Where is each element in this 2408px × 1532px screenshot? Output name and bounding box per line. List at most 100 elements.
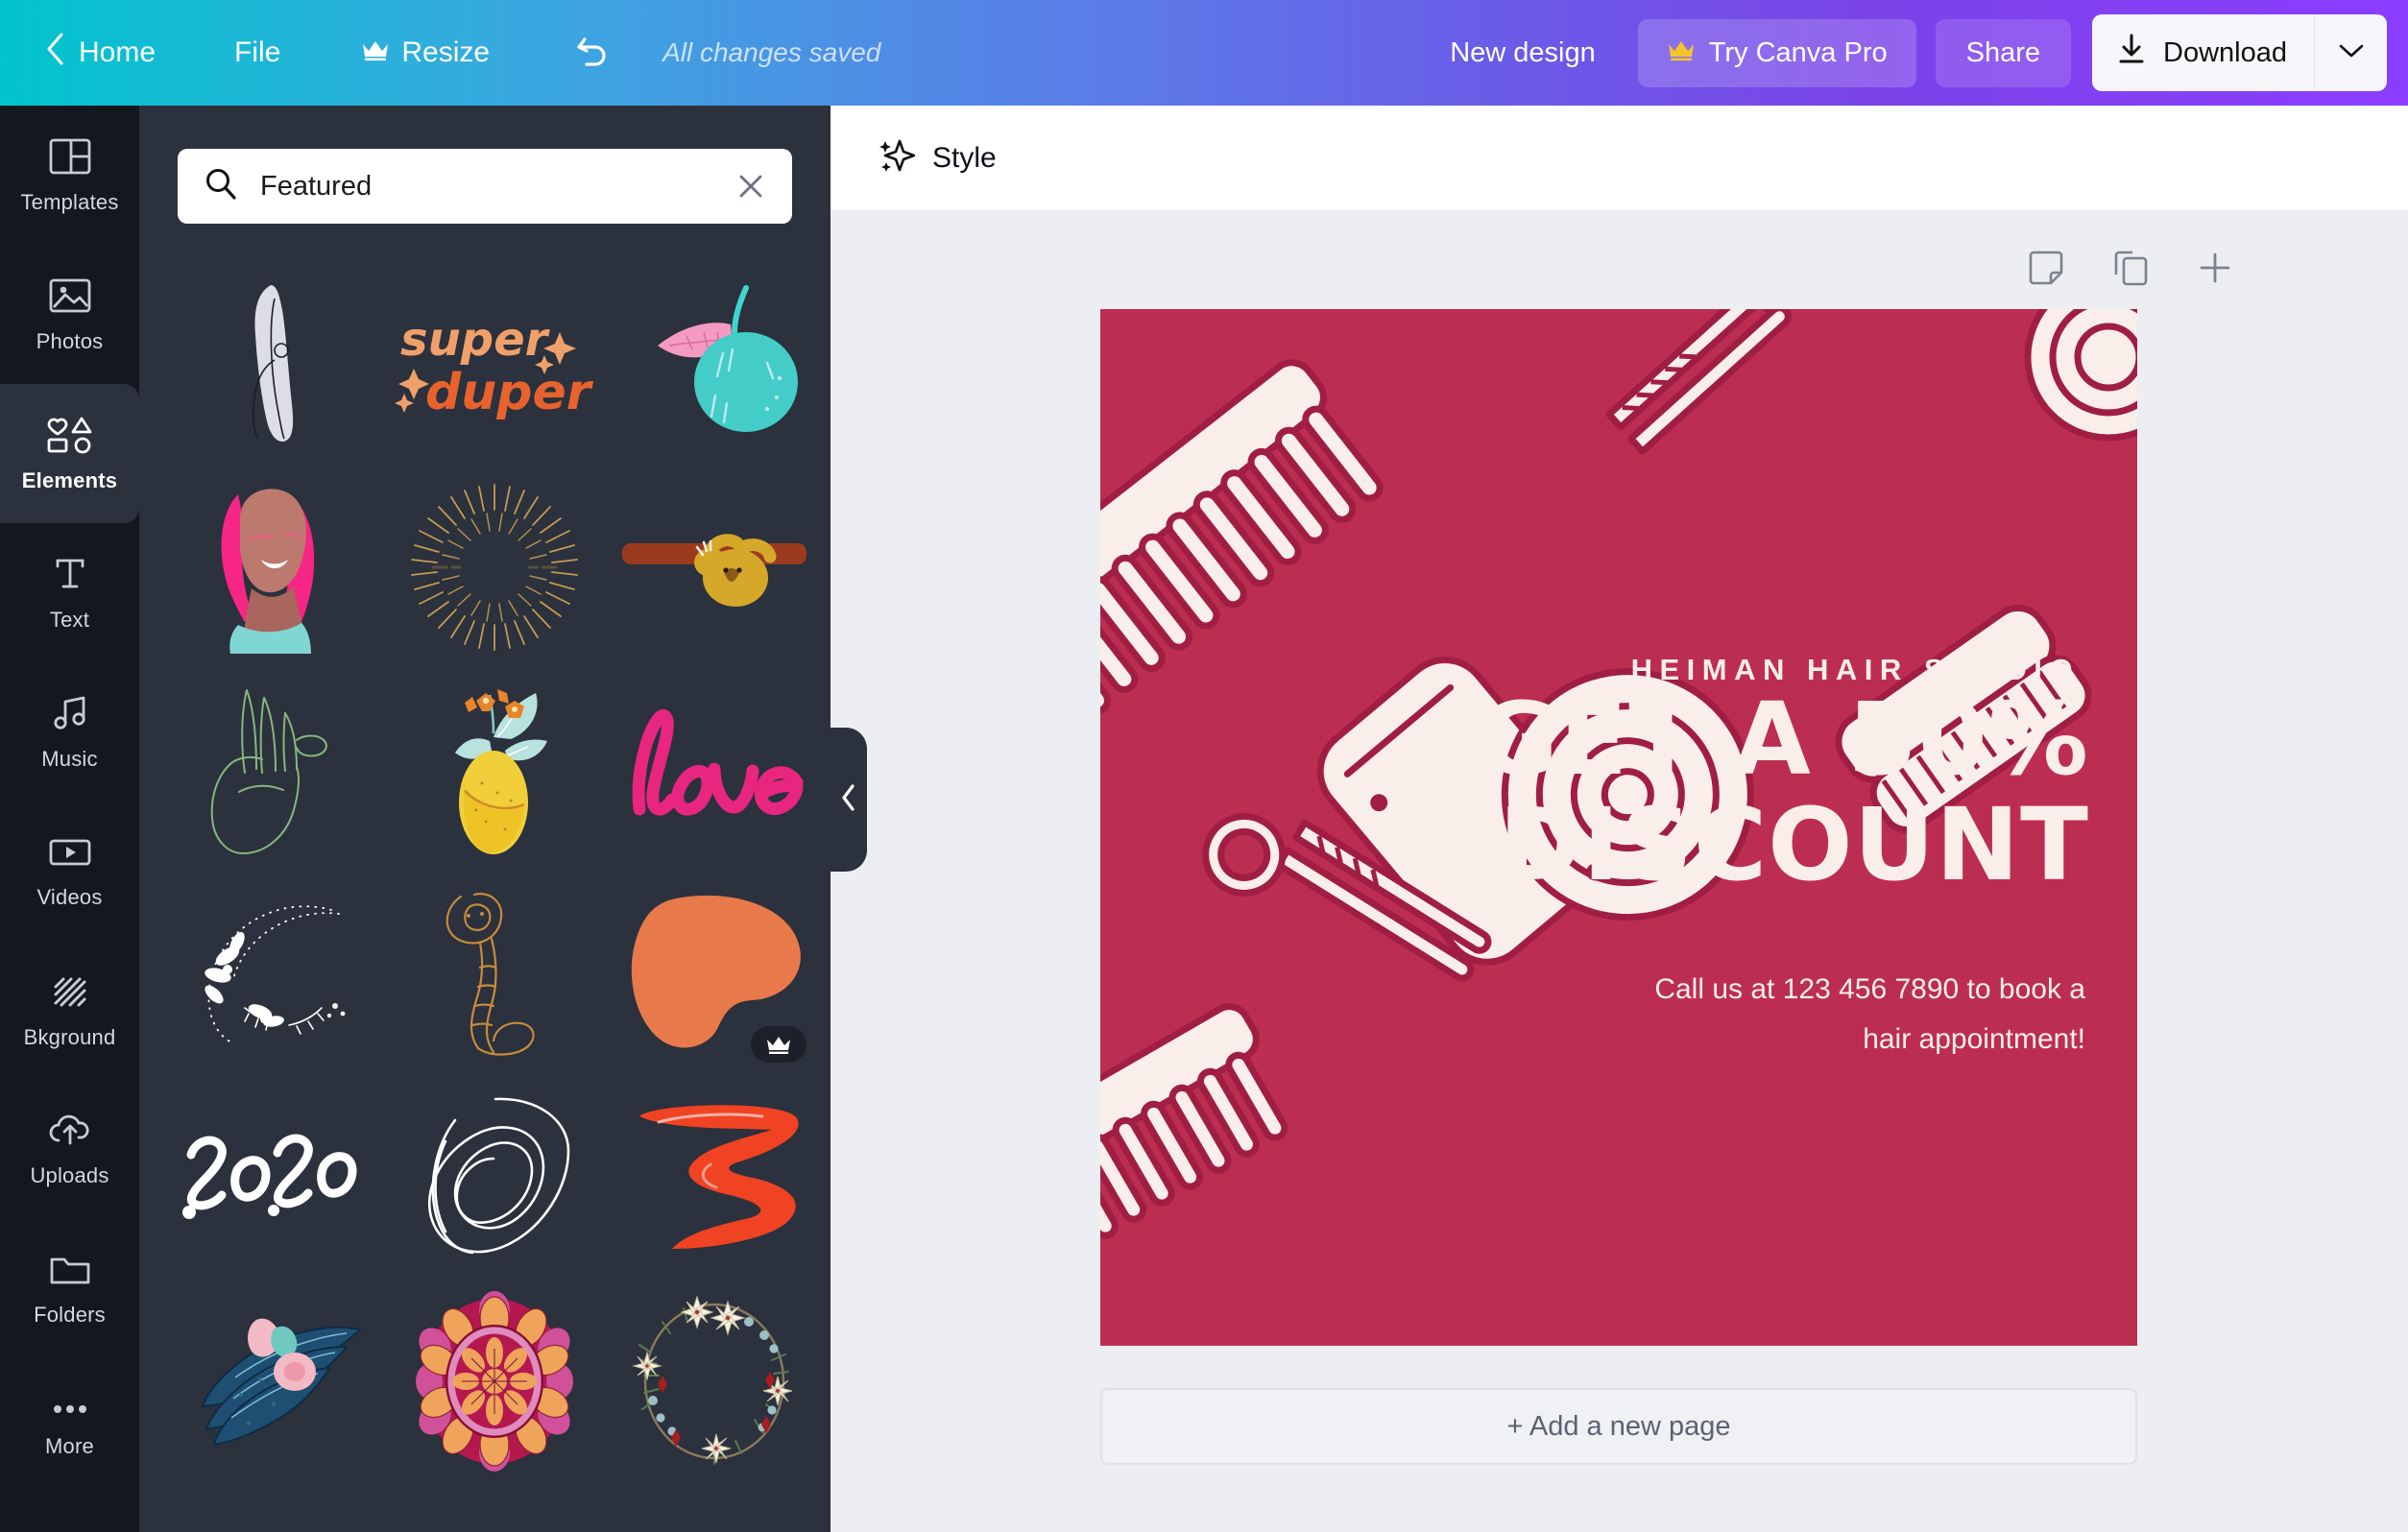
page-tools: [831, 248, 2408, 288]
text-icon: [48, 554, 92, 599]
element-thumb-red-zigzag-brush[interactable]: [618, 1084, 810, 1272]
sidebar-item-label: Bkground: [23, 1024, 116, 1049]
element-thumb-blue-hand-illustration[interactable]: [391, 1491, 597, 1518]
element-thumb-super-duper-lettering[interactable]: super duper: [391, 270, 597, 458]
download-options-button[interactable]: [2314, 14, 2387, 91]
sidebar-item-text[interactable]: Text: [0, 523, 139, 662]
try-pro-label: Try Canva Pro: [1708, 36, 1888, 68]
background-icon: [48, 971, 92, 1017]
more-icon: [48, 1398, 92, 1425]
sidebar-item-label: Templates: [20, 189, 119, 214]
crown-icon: [361, 36, 390, 69]
poster-headline-line2: DISCOUNT: [1499, 786, 2089, 903]
element-thumb-floral-wreath-outline[interactable]: [178, 880, 370, 1068]
search-bar[interactable]: [178, 149, 792, 224]
try-canva-pro-button[interactable]: Try Canva Pro: [1637, 18, 1916, 87]
sidebar-item-templates[interactable]: Templates: [0, 106, 139, 245]
svg-text:super: super: [400, 313, 551, 367]
sidebar-item-videos[interactable]: Videos: [0, 802, 139, 941]
top-bar-left-group: Home File Resize All changes saved: [0, 31, 880, 76]
sidebar-item-uploads[interactable]: Uploads: [0, 1080, 139, 1219]
save-status: All changes saved: [662, 37, 881, 67]
element-thumb-blue-circle-partial[interactable]: [618, 1491, 810, 1518]
resize-label: Resize: [401, 36, 491, 68]
pro-badge: [751, 1026, 807, 1063]
sidebar-item-elements[interactable]: Elements: [0, 384, 139, 523]
element-thumb-cobra-snake-line-art[interactable]: [391, 880, 597, 1068]
left-rail: Templates Photos Elements Text Music Vid…: [0, 106, 139, 1532]
undo-button[interactable]: [572, 31, 613, 76]
sidebar-item-label: Text: [49, 607, 90, 632]
sidebar-item-music[interactable]: Music: [0, 662, 139, 802]
editor-toolbar: Style: [831, 106, 2408, 211]
style-button[interactable]: Style: [877, 135, 997, 181]
sidebar-item-label: Videos: [36, 884, 103, 909]
file-label: File: [234, 36, 281, 68]
sidebar-item-background[interactable]: Bkground: [0, 941, 139, 1080]
elements-panel: super duper: [139, 106, 831, 1532]
element-thumb-white-flower-wreath[interactable]: [618, 1287, 810, 1475]
element-thumb-green-sunburst-partial[interactable]: [178, 1491, 370, 1518]
sidebar-item-label: More: [45, 1433, 94, 1458]
sidebar-item-label: Uploads: [30, 1162, 109, 1187]
design-page[interactable]: HEIMAN HAIR STUDIO GET A 50% DISCOUNT Ca…: [1100, 309, 2137, 1346]
svg-text:duper: duper: [425, 364, 594, 421]
collapse-panel-button[interactable]: [831, 728, 867, 872]
elements-grid: super duper: [139, 270, 831, 1518]
poster-body-line2: hair appointment!: [1863, 1023, 2085, 1055]
poster-artwork: HEIMAN HAIR STUDIO GET A 50% DISCOUNT Ca…: [1100, 309, 2137, 1346]
add-new-page-button[interactable]: + Add a new page: [1100, 1388, 2137, 1465]
sidebar-item-label: Folders: [34, 1302, 106, 1327]
search-icon: [203, 166, 239, 207]
download-label: Download: [2163, 36, 2287, 68]
new-design-button[interactable]: New design: [1429, 37, 1617, 69]
chevron-down-icon: [2338, 42, 2365, 64]
download-icon: [2117, 33, 2146, 73]
duplicate-page-icon[interactable]: [2110, 248, 2151, 288]
sidebar-item-folders[interactable]: Folders: [0, 1219, 139, 1358]
add-page-icon[interactable]: [2195, 248, 2235, 288]
element-thumb-feather-sketch[interactable]: [178, 270, 370, 458]
element-thumb-white-scribble-doodle[interactable]: [391, 1084, 597, 1272]
elements-icon: [45, 415, 95, 460]
element-thumb-hand-line-art[interactable]: [178, 677, 370, 865]
element-thumb-sunburst-rays[interactable]: [391, 473, 597, 661]
element-thumb-orange-blob-shape[interactable]: [618, 880, 810, 1068]
clear-search-icon[interactable]: [734, 170, 767, 203]
sidebar-item-more[interactable]: More: [0, 1358, 139, 1497]
share-button[interactable]: Share: [1935, 18, 2072, 87]
chevron-left-icon: [840, 783, 857, 817]
home-label: Home: [79, 36, 157, 68]
folders-icon: [47, 1251, 93, 1294]
element-thumb-teal-lemon-illustration[interactable]: [618, 270, 810, 458]
templates-icon: [48, 136, 92, 181]
element-thumb-love-brush-lettering[interactable]: [618, 677, 810, 865]
crown-icon: [1667, 37, 1696, 69]
file-menu-button[interactable]: File: [234, 36, 280, 69]
element-thumb-yellow-lemon-botanical[interactable]: [391, 677, 597, 865]
sidebar-item-label: Elements: [21, 467, 118, 492]
sidebar-item-photos[interactable]: Photos: [0, 245, 139, 384]
element-thumb-colorful-mandala[interactable]: [391, 1287, 597, 1475]
style-label: Style: [932, 141, 997, 174]
sidebar-item-label: Music: [41, 746, 98, 771]
element-thumb-pink-hair-woman-portrait[interactable]: [178, 473, 370, 661]
undo-icon: [572, 31, 613, 76]
download-button[interactable]: Download: [2092, 14, 2314, 91]
element-thumb-sloth-on-branch[interactable]: [618, 473, 810, 661]
resize-button[interactable]: Resize: [361, 36, 490, 69]
music-icon: [48, 693, 92, 738]
element-thumb-blue-eucalyptus-leaves[interactable]: [178, 1287, 370, 1475]
videos-icon: [47, 833, 93, 876]
home-button[interactable]: Home: [44, 32, 156, 74]
photos-icon: [48, 275, 92, 321]
chevron-left-icon: [44, 32, 67, 74]
download-group: Download: [2092, 14, 2387, 91]
poster-body-line1: Call us at 123 456 7890 to book a: [1654, 973, 2085, 1005]
uploads-icon: [46, 1112, 94, 1155]
notes-icon[interactable]: [2026, 248, 2066, 288]
poster-headline-line1: GET A 50%: [1477, 681, 2089, 798]
search-input[interactable]: [260, 170, 734, 203]
element-thumb-2020-brush-lettering[interactable]: [178, 1084, 370, 1272]
sidebar-item-label: Photos: [36, 328, 104, 353]
